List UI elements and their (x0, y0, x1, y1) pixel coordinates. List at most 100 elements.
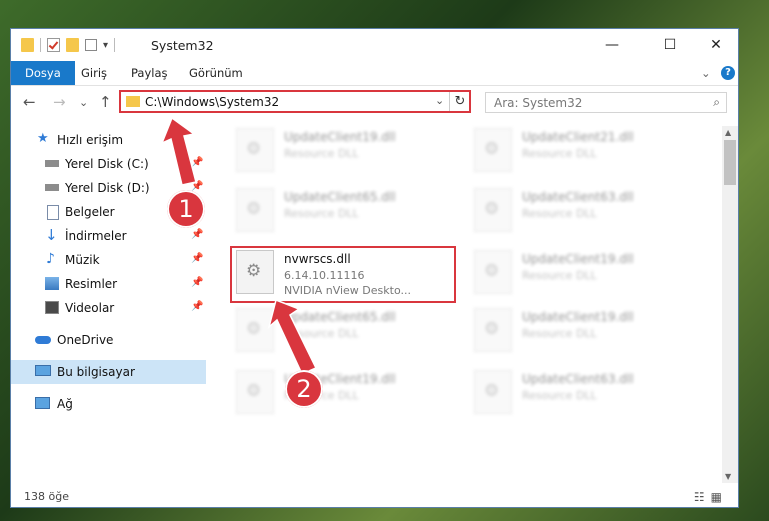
file-item[interactable]: UpdateClient65.dll Resource DLL (236, 188, 466, 240)
search-placeholder: Ara: System32 (494, 96, 583, 110)
pin-icon[interactable]: 📌 (191, 277, 203, 288)
sidebar-item-label: Yerel Disk (D:) (65, 181, 150, 195)
download-icon: ↓ (45, 226, 58, 244)
sidebar-item-downloads[interactable]: ↓ İndirmeler 📌 (11, 224, 206, 248)
sidebar-item-label: Videolar (65, 301, 115, 315)
network-icon (35, 397, 50, 409)
file-item[interactable]: UpdateClient19.dll Resource DLL (236, 128, 466, 180)
close-button[interactable]: ✕ (693, 29, 738, 61)
tab-home[interactable]: Giriş (81, 61, 107, 85)
sidebar-item-this-pc[interactable]: Bu bilgisayar (11, 360, 206, 384)
file-name: UpdateClient65.dll (284, 190, 396, 204)
scroll-up-icon[interactable]: ▲ (725, 128, 731, 137)
view-toggle-icons[interactable]: ☷▦ (694, 490, 728, 504)
dll-file-icon (474, 128, 512, 172)
address-path[interactable]: C:\Windows\System32 (145, 95, 279, 109)
star-icon: ★ (37, 131, 49, 146)
divider (114, 38, 116, 52)
dll-file-icon (236, 188, 274, 232)
file-item[interactable]: UpdateClient21.dll Resource DLL (474, 128, 704, 180)
refresh-button[interactable]: ↻ (449, 92, 470, 111)
file-item[interactable]: UpdateClient63.dll Resource DLL (474, 188, 704, 240)
sidebar-item-label: Resimler (65, 277, 118, 291)
customize-toolbar-icon[interactable] (85, 39, 97, 51)
dll-file-icon (236, 370, 274, 414)
tab-view[interactable]: Görünüm (189, 61, 243, 85)
computer-icon (35, 365, 51, 376)
minimize-button[interactable]: — (589, 29, 635, 61)
divider (40, 38, 41, 52)
sidebar-item-label: Yerel Disk (C:) (65, 157, 149, 171)
sidebar-item-onedrive[interactable]: OneDrive (11, 328, 206, 352)
explorer-window: ▾ System32 — ☐ ✕ Dosya Giriş Paylaş Görü… (10, 28, 739, 508)
pin-icon[interactable]: 📌 (191, 157, 203, 168)
scroll-down-icon[interactable]: ▼ (725, 472, 731, 481)
sidebar-item-pictures[interactable]: Resimler 📌 (11, 272, 206, 296)
ribbon-expand-icon[interactable]: ⌄ (701, 61, 711, 85)
recent-locations-button[interactable]: ⌄ (79, 96, 88, 109)
file-item[interactable]: UpdateClient19.dll Resource DLL (236, 370, 466, 422)
up-button[interactable]: ↑ (99, 93, 112, 111)
tab-share[interactable]: Paylaş (131, 61, 168, 85)
scroll-thumb[interactable] (724, 140, 736, 185)
drive-icon (45, 160, 59, 167)
sidebar-item-label: OneDrive (57, 333, 114, 347)
folder-icon (126, 96, 140, 107)
pin-icon[interactable]: 📌 (191, 229, 203, 240)
sidebar-item-label: Müzik (65, 253, 100, 267)
tab-file[interactable]: Dosya (11, 61, 75, 85)
document-icon (47, 205, 59, 220)
file-highlight-box (230, 246, 456, 303)
pin-icon[interactable]: 📌 (191, 253, 203, 264)
status-bar: 138 öğe ☷▦ (11, 487, 738, 507)
sidebar-item-network[interactable]: Ağ (11, 392, 206, 416)
address-dropdown-icon[interactable]: ⌄ (435, 94, 444, 107)
file-list: UpdateClient19.dll Resource DLL UpdateCl… (216, 126, 721, 486)
help-icon[interactable]: ? (721, 66, 735, 80)
title-bar: ▾ System32 — ☐ ✕ (11, 29, 738, 61)
file-type: Resource DLL (284, 327, 359, 340)
sidebar-item-label: Hızlı erişim (57, 133, 124, 147)
window-title: System32 (151, 38, 214, 53)
navigation-bar: ← → ⌄ ↑ C:\Windows\System32 ⌄ ↻ Ara: Sys… (11, 86, 738, 118)
callout-2: 2 (285, 370, 323, 408)
dll-file-icon (474, 188, 512, 232)
drive-icon (45, 184, 59, 191)
file-type: Resource DLL (522, 147, 597, 160)
sidebar-item-music[interactable]: ♪ Müzik 📌 (11, 248, 206, 272)
search-input[interactable]: Ara: System32 ⌕ (485, 92, 727, 113)
properties-icon[interactable] (47, 38, 60, 52)
picture-icon (45, 277, 59, 290)
dll-file-icon (236, 308, 274, 352)
chevron-down-icon[interactable]: ▾ (103, 40, 108, 51)
back-button[interactable]: ← (23, 93, 36, 111)
file-item[interactable]: UpdateClient19.dll Resource DLL (474, 308, 704, 360)
forward-button[interactable]: → (53, 93, 66, 111)
file-name: UpdateClient63.dll (522, 372, 634, 386)
quick-access-toolbar: ▾ (21, 38, 116, 52)
file-type: Resource DLL (522, 269, 597, 282)
dll-file-icon (474, 308, 512, 352)
dll-file-icon (474, 250, 512, 294)
file-item[interactable]: UpdateClient63.dll Resource DLL (474, 370, 704, 422)
sidebar-item-label: Bu bilgisayar (57, 365, 135, 379)
folder-icon (21, 38, 34, 52)
callout-1: 1 (167, 190, 205, 228)
file-item[interactable]: UpdateClient19.dll Resource DLL (474, 250, 704, 302)
ribbon-tabs: Dosya Giriş Paylaş Görünüm ⌄ ? (11, 61, 738, 86)
pin-icon[interactable]: 📌 (191, 301, 203, 312)
maximize-button[interactable]: ☐ (647, 29, 693, 61)
sidebar-item-videos[interactable]: Videolar 📌 (11, 296, 206, 320)
new-folder-icon[interactable] (66, 38, 79, 52)
file-item[interactable]: UpdateClient65.dll Resource DLL (236, 308, 466, 360)
file-type: Resource DLL (284, 147, 359, 160)
address-bar[interactable]: C:\Windows\System32 ⌄ ↻ (119, 90, 471, 113)
vertical-scrollbar[interactable]: ▲ ▼ (722, 126, 738, 483)
search-icon: ⌕ (713, 95, 720, 109)
sidebar-item-label: Ağ (57, 397, 73, 411)
navigation-pane: ★ Hızlı erişim Yerel Disk (C:) 📌 Yerel D… (11, 126, 206, 486)
item-count: 138 öğe (24, 490, 69, 503)
dll-file-icon (236, 128, 274, 172)
sidebar-item-quick-access[interactable]: ★ Hızlı erişim (11, 128, 206, 152)
sidebar-item-disk-c[interactable]: Yerel Disk (C:) 📌 (11, 152, 206, 176)
